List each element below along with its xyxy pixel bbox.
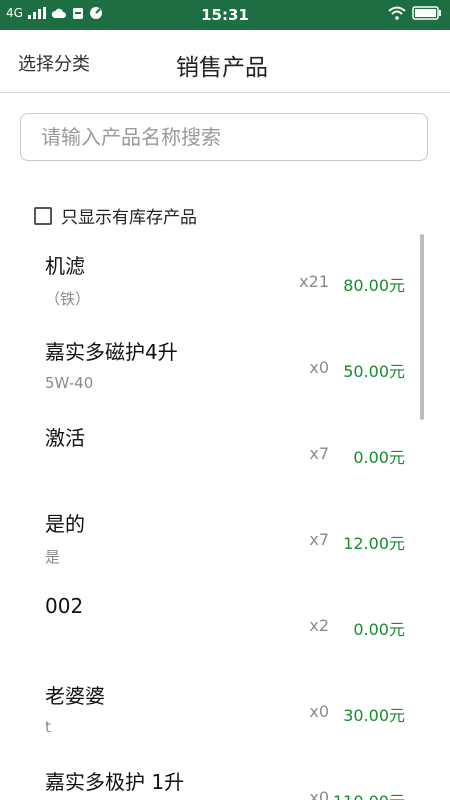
- product-row[interactable]: 是的 是 x7 12.00元: [0, 494, 450, 580]
- select-category-button[interactable]: 选择分类: [18, 50, 90, 76]
- status-right: [388, 6, 442, 20]
- product-spec: （铁）: [45, 290, 91, 308]
- product-row[interactable]: 嘉实多磁护4升 5W-40 x0 50.00元: [0, 322, 450, 408]
- product-qty: x7: [309, 530, 329, 549]
- search-input[interactable]: [39, 114, 423, 160]
- status-time: 15:31: [201, 6, 249, 24]
- in-stock-label: 只显示有库存产品: [61, 208, 197, 228]
- status-bar: 4G 15:31: [0, 0, 450, 30]
- page-title: 销售产品: [176, 55, 268, 81]
- product-price: 0.00元: [353, 620, 405, 639]
- product-qty: x0: [309, 702, 329, 721]
- product-qty: x0: [309, 358, 329, 377]
- product-price: 110.00元: [333, 788, 405, 800]
- app-bar: 选择分类 销售产品: [0, 30, 450, 93]
- product-qty: x21: [299, 272, 329, 291]
- stock-filter[interactable]: 只显示有库存产品: [34, 203, 197, 228]
- product-name: 嘉实多磁护4升: [45, 340, 178, 364]
- product-qty: x7: [309, 444, 329, 463]
- product-row[interactable]: 机滤 （铁） x21 80.00元: [0, 236, 450, 322]
- search-box[interactable]: [20, 113, 428, 161]
- product-qty: x0: [309, 788, 329, 800]
- product-row[interactable]: 激活 x7 0.00元: [0, 408, 450, 494]
- product-name: 嘉实多极护 1升: [45, 770, 185, 794]
- product-spec: t: [45, 718, 51, 736]
- product-name: 激活: [45, 426, 85, 450]
- in-stock-checkbox[interactable]: [34, 206, 52, 225]
- product-name: 老婆婆: [45, 684, 105, 708]
- product-name: 机滤: [45, 254, 85, 278]
- product-price: 50.00元: [343, 362, 405, 381]
- product-spec: 是: [45, 548, 61, 566]
- product-name: 是的: [45, 512, 85, 536]
- product-price: 80.00元: [343, 276, 405, 295]
- product-row[interactable]: 老婆婆 t x0 30.00元: [0, 666, 450, 752]
- product-row[interactable]: 嘉实多极护 1升 x0 110.00元: [0, 752, 450, 800]
- product-price: 0.00元: [353, 448, 405, 467]
- product-row[interactable]: 002 x2 0.00元: [0, 580, 450, 666]
- product-name: 002: [45, 594, 84, 618]
- product-spec: 5W-40: [45, 374, 94, 392]
- product-price: 30.00元: [343, 706, 405, 725]
- product-qty: x2: [309, 616, 329, 635]
- battery-icon: [412, 6, 441, 20]
- product-list: 机滤 （铁） x21 80.00元 嘉实多磁护4升 5W-40 x0 50.00…: [0, 236, 450, 800]
- product-price: 12.00元: [343, 534, 405, 553]
- wifi-icon: [388, 6, 406, 20]
